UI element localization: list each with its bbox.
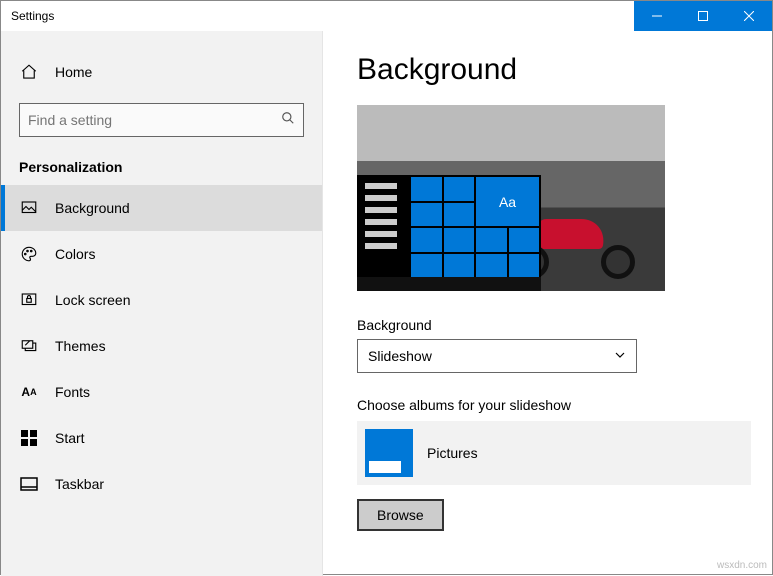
sidebar-item-label: Background <box>55 200 130 216</box>
taskbar-icon <box>19 474 39 494</box>
sidebar-item-background[interactable]: Background <box>1 185 322 231</box>
browse-button[interactable]: Browse <box>357 499 444 531</box>
sample-text-tile: Aa <box>476 177 539 226</box>
sidebar-item-label: Start <box>55 430 85 446</box>
section-header: Personalization <box>1 151 322 185</box>
titlebar: Settings <box>1 1 772 31</box>
maximize-button[interactable] <box>680 1 726 31</box>
sidebar-item-label: Lock screen <box>55 292 130 308</box>
close-button[interactable] <box>726 1 772 31</box>
themes-icon <box>19 336 39 356</box>
picture-icon <box>19 198 39 218</box>
window-title: Settings <box>1 9 54 23</box>
search-field[interactable] <box>28 112 281 128</box>
home-icon <box>19 62 39 82</box>
desktop-preview: Aa <box>357 105 665 291</box>
lock-screen-icon <box>19 290 39 310</box>
watermark: wsxdn.com <box>717 560 767 571</box>
search-input[interactable] <box>19 103 304 137</box>
fonts-icon: AA <box>19 382 39 402</box>
dropdown-value: Slideshow <box>368 348 432 364</box>
sidebar-item-themes[interactable]: Themes <box>1 323 322 369</box>
home-link[interactable]: Home <box>1 49 322 95</box>
sidebar-item-start[interactable]: Start <box>1 415 322 461</box>
sidebar-item-label: Themes <box>55 338 106 354</box>
search-icon <box>281 111 295 130</box>
sidebar-item-taskbar[interactable]: Taskbar <box>1 461 322 507</box>
chevron-down-icon <box>614 348 626 364</box>
window-controls <box>634 1 772 31</box>
home-label: Home <box>55 64 92 80</box>
sidebar-item-fonts[interactable]: AA Fonts <box>1 369 322 415</box>
album-name: Pictures <box>427 445 478 461</box>
page-title: Background <box>357 53 738 87</box>
sidebar-item-label: Fonts <box>55 384 90 400</box>
sidebar-item-colors[interactable]: Colors <box>1 231 322 277</box>
sidebar-item-label: Colors <box>55 246 95 262</box>
sidebar-item-label: Taskbar <box>55 476 104 492</box>
folder-icon <box>365 429 413 477</box>
background-dropdown[interactable]: Slideshow <box>357 339 637 373</box>
content-pane: Background Aa Background Slideshow Choos… <box>323 31 772 576</box>
sidebar: Home Personalization Background Colors L… <box>1 31 323 576</box>
albums-label: Choose albums for your slideshow <box>357 397 738 413</box>
background-label: Background <box>357 317 738 333</box>
start-icon <box>19 428 39 448</box>
album-item[interactable]: Pictures <box>357 421 751 485</box>
minimize-button[interactable] <box>634 1 680 31</box>
sidebar-item-lock-screen[interactable]: Lock screen <box>1 277 322 323</box>
palette-icon <box>19 244 39 264</box>
